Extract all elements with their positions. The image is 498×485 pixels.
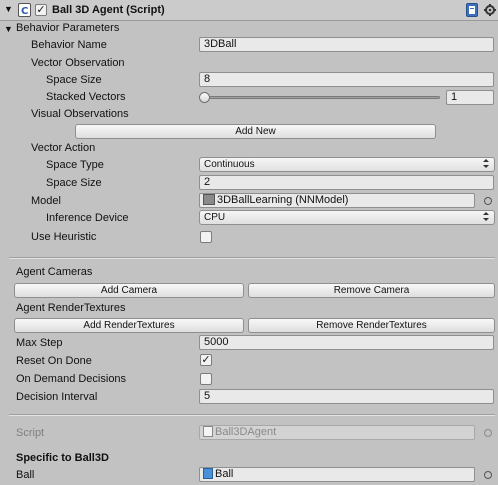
add-camera-button[interactable]: Add Camera — [14, 283, 244, 298]
behavior-name-label: Behavior Name — [31, 39, 107, 51]
foldout-down-icon[interactable]: ▼ — [4, 4, 13, 14]
inference-device-label: Inference Device — [46, 212, 129, 224]
svg-text:C: C — [21, 6, 28, 16]
remove-render-textures-button[interactable]: Remove RenderTextures — [248, 318, 495, 333]
script-file-icon — [203, 426, 213, 437]
max-step-field[interactable]: 5000 — [199, 335, 494, 350]
stacked-vectors-slider-handle[interactable] — [199, 92, 210, 103]
inference-device-value: CPU — [204, 212, 226, 223]
ball-label: Ball — [16, 469, 35, 481]
gear-icon[interactable] — [483, 2, 497, 21]
model-value: 3DBallLearning (NNModel) — [217, 194, 349, 206]
object-picker-icon[interactable] — [484, 471, 492, 479]
script-icon: C — [18, 3, 31, 17]
foldout-down-icon[interactable]: ▼ — [4, 24, 13, 34]
use-heuristic-checkbox[interactable] — [200, 231, 212, 243]
ball-field[interactable]: Ball — [199, 467, 475, 482]
reset-on-done-label: Reset On Done — [16, 355, 92, 367]
stacked-vectors-slider-track[interactable] — [204, 96, 440, 99]
obs-space-size-field[interactable]: 8 — [199, 72, 494, 87]
reset-on-done-checkbox[interactable]: ✓ — [200, 354, 212, 366]
prefab-cube-icon — [203, 468, 213, 479]
on-demand-decisions-checkbox[interactable] — [200, 373, 212, 385]
nn-model-icon — [203, 194, 215, 205]
component-title: Ball 3D Agent (Script) — [52, 4, 165, 16]
behavior-name-field[interactable]: 3DBall — [199, 37, 494, 52]
object-picker-icon[interactable] — [484, 197, 492, 205]
help-book-icon[interactable] — [466, 3, 478, 17]
component-enabled-checkbox[interactable]: ✓ — [35, 4, 47, 16]
stacked-vectors-field[interactable]: 1 — [446, 90, 494, 105]
add-new-button[interactable]: Add New — [75, 124, 436, 139]
max-step-label: Max Step — [16, 337, 63, 349]
behavior-parameters-label[interactable]: Behavior Parameters — [16, 21, 119, 35]
action-space-size-field[interactable]: 2 — [199, 175, 494, 190]
section-divider-highlight — [9, 258, 495, 259]
space-type-label: Space Type — [46, 159, 104, 171]
agent-cameras-label: Agent Cameras — [16, 266, 93, 278]
use-heuristic-label: Use Heuristic — [31, 231, 97, 243]
ball-value: Ball — [215, 468, 234, 480]
on-demand-decisions-label: On Demand Decisions — [16, 373, 127, 385]
stacked-vectors-label: Stacked Vectors — [46, 91, 126, 103]
vector-action-label: Vector Action — [31, 142, 96, 154]
specific-heading: Specific to Ball3D — [16, 452, 109, 464]
space-type-dropdown[interactable]: Continuous — [199, 157, 495, 172]
script-value: Ball3DAgent — [215, 426, 277, 438]
inference-device-dropdown[interactable]: CPU — [199, 210, 495, 225]
component-header[interactable]: ▼ C ✓ Ball 3D Agent (Script) — [0, 0, 498, 21]
space-type-value: Continuous — [204, 159, 255, 170]
script-label: Script — [16, 427, 45, 439]
remove-camera-button[interactable]: Remove Camera — [248, 283, 495, 298]
script-field: Ball3DAgent — [199, 425, 475, 440]
dropdown-arrows-icon — [483, 211, 489, 226]
visual-observations-label: Visual Observations — [31, 108, 129, 120]
dropdown-arrows-icon — [483, 158, 489, 173]
obs-space-size-label: Space Size — [46, 74, 102, 86]
add-render-textures-button[interactable]: Add RenderTextures — [14, 318, 244, 333]
model-field[interactable]: 3DBallLearning (NNModel) — [199, 193, 475, 208]
agent-render-textures-label: Agent RenderTextures — [16, 302, 126, 314]
object-picker-icon — [484, 429, 492, 437]
model-label: Model — [31, 195, 61, 207]
action-space-size-label: Space Size — [46, 177, 102, 189]
decision-interval-label: Decision Interval — [16, 391, 98, 403]
vector-observation-label: Vector Observation — [31, 57, 125, 69]
section-divider-highlight — [9, 415, 495, 416]
decision-interval-field[interactable]: 5 — [199, 389, 494, 404]
